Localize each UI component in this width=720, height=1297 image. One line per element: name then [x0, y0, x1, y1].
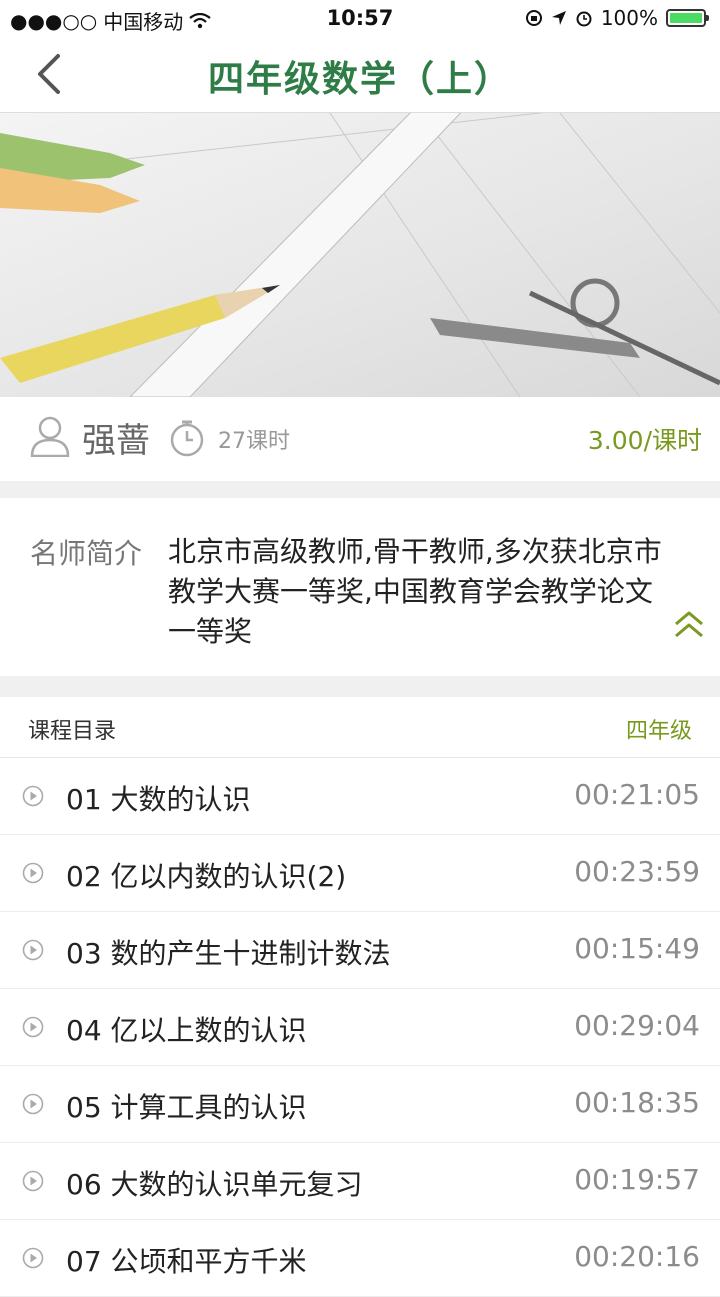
course-catalog: 课程目录 四年级 01 大数的认识 00:21:05 02 亿以内数的认识(2)…	[0, 697, 720, 1297]
lesson-duration: 00:21:05	[574, 778, 700, 811]
lesson-item[interactable]: 07 公顷和平方千米 00:20:16	[0, 1220, 720, 1297]
play-icon	[22, 1093, 44, 1115]
lesson-duration: 00:18:35	[574, 1086, 700, 1119]
lesson-item[interactable]: 05 计算工具的认识 00:18:35	[0, 1066, 720, 1143]
lesson-item[interactable]: 01 大数的认识 00:21:05	[0, 758, 720, 835]
lesson-name: 01 大数的认识	[66, 783, 251, 816]
catalog-grade: 四年级	[625, 719, 692, 744]
lesson-duration: 00:20:16	[574, 1240, 700, 1273]
play-icon	[22, 1247, 44, 1269]
stopwatch-icon	[170, 420, 204, 457]
location-icon	[551, 11, 566, 25]
lesson-name: 04 亿以上数的认识	[66, 1014, 307, 1047]
nav-bar: 四年级数学（上）	[0, 36, 720, 113]
course-meta: 强蔷 27课时 3.00/课时	[0, 397, 720, 481]
course-hours: 27课时	[218, 429, 290, 454]
battery-percent: 100%	[600, 6, 658, 30]
rotation-lock-icon	[525, 10, 542, 26]
intro-label: 名师简介	[30, 537, 143, 570]
user-icon	[30, 416, 70, 457]
battery-icon	[666, 9, 709, 27]
course-cover-image	[0, 113, 720, 397]
play-icon	[22, 939, 44, 961]
course-price: 3.00/课时	[587, 426, 702, 455]
lesson-item[interactable]: 04 亿以上数的认识 00:29:04	[0, 989, 720, 1066]
lesson-name: 05 计算工具的认识	[66, 1091, 307, 1124]
play-icon	[22, 1016, 44, 1038]
lesson-name: 03 数的产生十进制计数法	[66, 937, 391, 970]
lesson-duration: 00:23:59	[574, 855, 700, 888]
lesson-item[interactable]: 06 大数的认识单元复习 00:19:57	[0, 1143, 720, 1220]
lesson-duration: 00:19:57	[574, 1163, 700, 1196]
intro-text: 北京市高级教师,骨干教师,多次获北京市教学大赛一等奖,中国教育学会教学论文一等奖	[168, 535, 662, 648]
play-icon	[22, 785, 44, 807]
alarm-icon	[576, 11, 592, 27]
lesson-duration: 00:15:49	[574, 932, 700, 965]
lesson-name: 07 公顷和平方千米	[66, 1245, 307, 1278]
teacher-name: 强蔷	[82, 421, 150, 461]
catalog-header: 课程目录 四年级	[0, 697, 720, 758]
lesson-item[interactable]: 03 数的产生十进制计数法 00:15:49	[0, 912, 720, 989]
lesson-item[interactable]: 02 亿以内数的认识(2) 00:23:59	[0, 835, 720, 912]
lesson-name: 06 大数的认识单元复习	[66, 1168, 363, 1201]
play-icon	[22, 1170, 44, 1192]
lesson-name: 02 亿以内数的认识(2)	[66, 860, 347, 893]
page-title: 四年级数学（上）	[207, 59, 512, 100]
lesson-duration: 00:29:04	[574, 1009, 700, 1042]
catalog-title: 课程目录	[28, 719, 117, 744]
teacher-intro: 名师简介 北京市高级教师,骨干教师,多次获北京市教学大赛一等奖,中国教育学会教学…	[0, 498, 720, 676]
status-bar: ●●●○○ 中国移动 10:57 100%	[0, 0, 720, 36]
play-icon	[22, 862, 44, 884]
collapse-chevron-icon[interactable]	[672, 608, 706, 642]
